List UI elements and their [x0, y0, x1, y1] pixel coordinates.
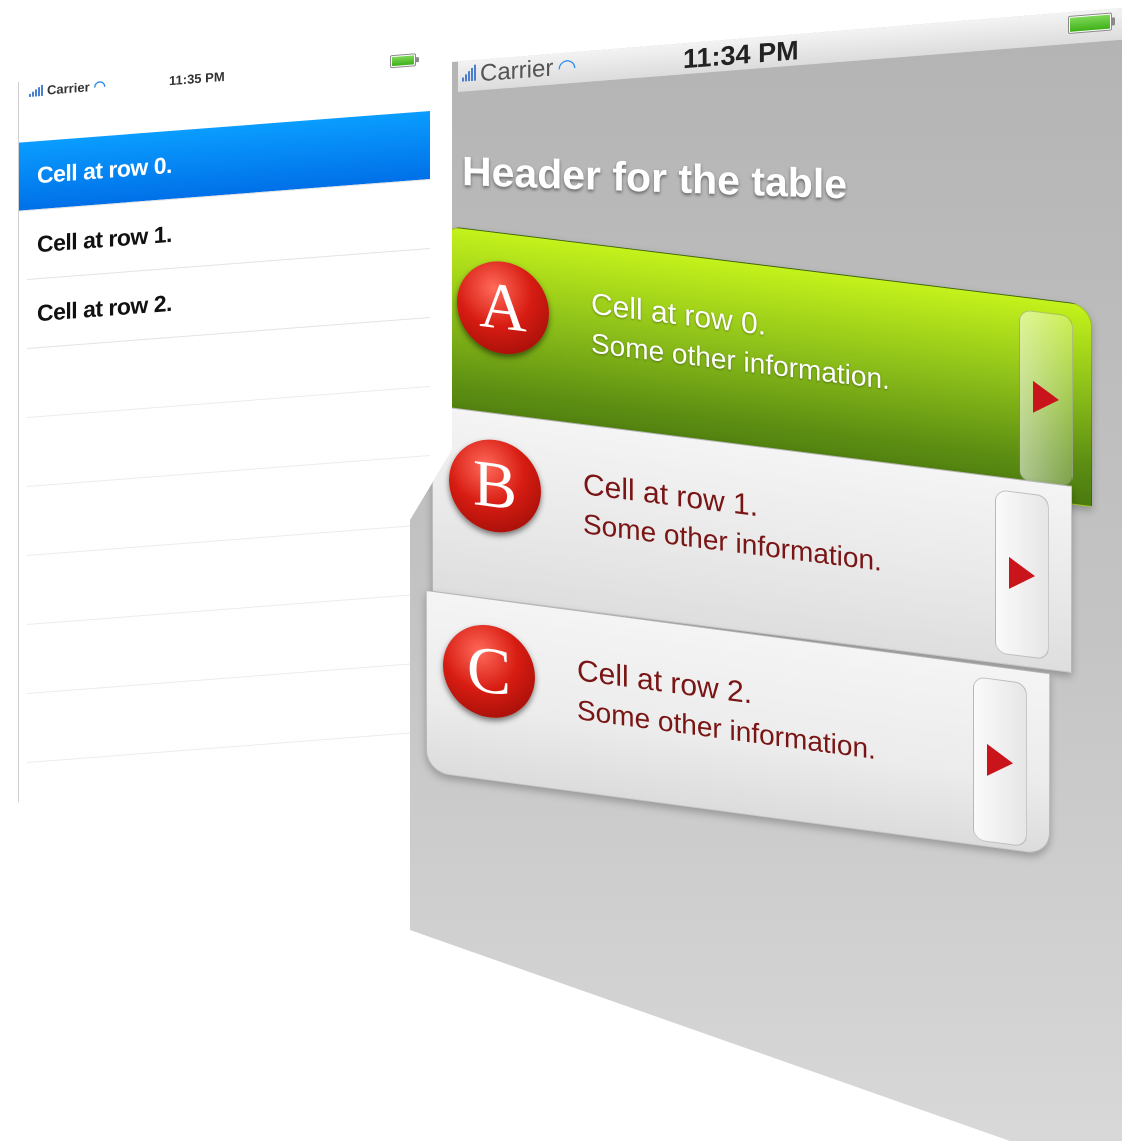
- cell-text: Cell at row 2. Some other information.: [577, 651, 876, 769]
- cell-text: Cell at row 0. Some other information.: [591, 285, 890, 400]
- disclosure-button[interactable]: [1019, 309, 1073, 488]
- carrier-label: Carrier: [47, 78, 90, 98]
- cell-text: Cell at row 1. Some other information.: [583, 465, 882, 581]
- table-header: Header for the table: [462, 148, 848, 208]
- carrier-group: Carrier ◠: [29, 77, 106, 99]
- letter-badge-b: B: [449, 434, 541, 538]
- status-time: 11:34 PM: [683, 35, 799, 75]
- battery-icon: [1068, 12, 1112, 34]
- signal-strength-icon: [29, 84, 43, 97]
- letter-badge-a: A: [457, 256, 549, 360]
- wifi-icon: ◠: [557, 53, 577, 81]
- play-arrow-icon: [1033, 380, 1059, 417]
- right-phone-screen: Carrier ◠ 11:34 PM Header for the table …: [410, 8, 1122, 1141]
- row-label: Cell at row 1.: [37, 220, 172, 257]
- row-label: Cell at row 2.: [37, 289, 172, 326]
- status-time: 11:35 PM: [169, 68, 225, 88]
- signal-strength-icon: [462, 64, 476, 82]
- battery-icon: [390, 53, 416, 69]
- row-label: Cell at row 0.: [37, 151, 172, 188]
- play-arrow-icon: [1009, 556, 1035, 593]
- left-phone-screen: Carrier ◠ 11:35 PM Cell at row 0. Cell a…: [18, 52, 430, 932]
- status-bar: Carrier ◠ 11:35 PM: [29, 52, 424, 102]
- letter-badge-c: C: [443, 619, 535, 724]
- wifi-icon: ◠: [93, 77, 106, 95]
- play-arrow-icon: [987, 743, 1013, 780]
- carrier-label: Carrier: [480, 54, 554, 88]
- status-bar: Carrier ◠ 11:34 PM: [458, 8, 1122, 92]
- plain-table[interactable]: Cell at row 0. Cell at row 1. Cell at ro…: [19, 110, 430, 862]
- disclosure-button[interactable]: [973, 675, 1027, 848]
- disclosure-button[interactable]: [995, 489, 1049, 660]
- carrier-group: Carrier ◠: [462, 53, 577, 90]
